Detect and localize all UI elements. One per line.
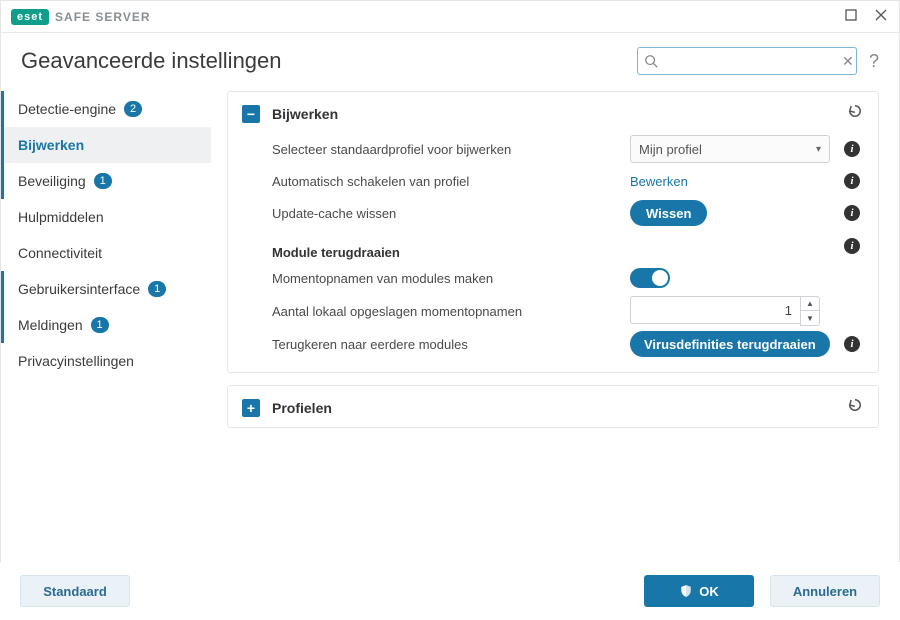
revert-icon[interactable] — [846, 102, 864, 125]
sidebar-badge: 1 — [94, 173, 112, 189]
snapshot-count-spinner[interactable]: ▲ ▼ — [630, 296, 820, 326]
sidebar-item-label: Bijwerken — [18, 137, 84, 153]
page-title: Geavanceerde instellingen — [21, 48, 282, 74]
ok-button[interactable]: OK — [644, 575, 754, 607]
setting-label: Momentopnamen van modules maken — [272, 271, 630, 286]
row-auto-switch-profile: Automatisch schakelen van profiel Bewerk… — [228, 165, 878, 197]
setting-label: Selecteer standaardprofiel voor bijwerke… — [272, 142, 630, 157]
section-heading: Module terugdraaien — [272, 231, 630, 260]
brand-logo: eset SAFE SERVER — [11, 9, 151, 25]
sidebar-item-label: Connectiviteit — [18, 245, 102, 261]
sidebar-badge: 1 — [148, 281, 166, 297]
row-default-profile: Selecteer standaardprofiel voor bijwerke… — [228, 133, 878, 165]
sidebar-item-label: Detectie-engine — [18, 101, 116, 117]
setting-label: Update-cache wissen — [272, 206, 630, 221]
expand-icon[interactable]: + — [242, 399, 260, 417]
clear-cache-button[interactable]: Wissen — [630, 200, 707, 226]
select-value: Mijn profiel — [639, 142, 702, 157]
revert-icon[interactable] — [846, 396, 864, 419]
panel-bijwerken: − Bijwerken Selecteer standaardprofiel v… — [227, 91, 879, 373]
setting-label: Automatisch schakelen van profiel — [272, 174, 630, 189]
sidebar: Detectie-engine 2 Bijwerken Beveiliging … — [1, 85, 211, 583]
window-controls — [843, 8, 889, 26]
info-icon[interactable]: i — [844, 205, 860, 221]
search-icon — [644, 54, 658, 68]
sidebar-item-meldingen[interactable]: Meldingen 1 — [1, 307, 211, 343]
info-icon[interactable]: i — [844, 141, 860, 157]
sidebar-item-label: Privacyinstellingen — [18, 353, 134, 369]
revert-definitions-button[interactable]: Virusdefinities terugdraaien — [630, 331, 830, 357]
default-button[interactable]: Standaard — [20, 575, 130, 607]
help-icon[interactable]: ? — [869, 51, 879, 72]
row-revert-modules: Terugkeren naar eerdere modules Virusdef… — [228, 328, 878, 360]
ok-button-label: OK — [699, 584, 719, 599]
brand-badge: eset — [11, 9, 49, 25]
row-snapshot-count: Aantal lokaal opgeslagen momentopnamen ▲… — [228, 294, 878, 328]
sidebar-item-label: Meldingen — [18, 317, 83, 333]
sidebar-item-detection-engine[interactable]: Detectie-engine 2 — [1, 91, 211, 127]
profile-select[interactable]: Mijn profiel ▾ — [630, 135, 830, 163]
shield-icon — [679, 584, 693, 598]
search-clear-icon[interactable]: ✕ — [842, 53, 854, 70]
setting-label: Aantal lokaal opgeslagen momentopnamen — [272, 304, 630, 319]
snapshot-count-input[interactable] — [630, 296, 800, 324]
close-icon[interactable] — [873, 8, 889, 26]
spinner-down-icon[interactable]: ▼ — [801, 311, 819, 325]
info-icon[interactable]: i — [844, 238, 860, 254]
panel-profielen: + Profielen — [227, 385, 879, 428]
sidebar-item-label: Gebruikersinterface — [18, 281, 140, 297]
collapse-icon[interactable]: − — [242, 105, 260, 123]
chevron-down-icon: ▾ — [816, 144, 821, 155]
search-input[interactable] — [658, 54, 842, 69]
sidebar-item-label: Beveiliging — [18, 173, 86, 189]
sidebar-item-label: Hulpmiddelen — [18, 209, 104, 225]
spinner-up-icon[interactable]: ▲ — [801, 297, 819, 311]
info-icon[interactable]: i — [844, 173, 860, 189]
info-icon[interactable]: i — [844, 336, 860, 352]
sidebar-item-connectiviteit[interactable]: Connectiviteit — [1, 235, 211, 271]
cancel-button[interactable]: Annuleren — [770, 575, 880, 607]
sidebar-badge: 1 — [91, 317, 109, 333]
content-area: − Bijwerken Selecteer standaardprofiel v… — [211, 85, 899, 583]
row-snapshot-toggle: Momentopnamen van modules maken — [228, 262, 878, 294]
sidebar-item-gebruikersinterface[interactable]: Gebruikersinterface 1 — [1, 271, 211, 307]
row-module-rollback-heading: Module terugdraaien i — [228, 229, 878, 262]
edit-link[interactable]: Bewerken — [630, 174, 688, 189]
sidebar-item-hulpmiddelen[interactable]: Hulpmiddelen — [1, 199, 211, 235]
maximize-icon[interactable] — [843, 8, 859, 26]
footer: Standaard OK Annuleren — [0, 562, 900, 620]
panel-title: Profielen — [272, 400, 332, 416]
setting-label: Terugkeren naar eerdere modules — [272, 337, 630, 352]
row-clear-cache: Update-cache wissen Wissen i — [228, 197, 878, 229]
sidebar-item-bijwerken[interactable]: Bijwerken — [1, 127, 211, 163]
sidebar-badge: 2 — [124, 101, 142, 117]
brand-text: SAFE SERVER — [55, 10, 150, 24]
titlebar: eset SAFE SERVER — [1, 1, 899, 33]
panel-title: Bijwerken — [272, 106, 338, 122]
search-box[interactable]: ✕ — [637, 47, 857, 75]
header: Geavanceerde instellingen ✕ ? — [1, 33, 899, 85]
snapshot-toggle[interactable] — [630, 268, 670, 288]
sidebar-item-privacyinstellingen[interactable]: Privacyinstellingen — [1, 343, 211, 379]
sidebar-item-beveiliging[interactable]: Beveiliging 1 — [1, 163, 211, 199]
